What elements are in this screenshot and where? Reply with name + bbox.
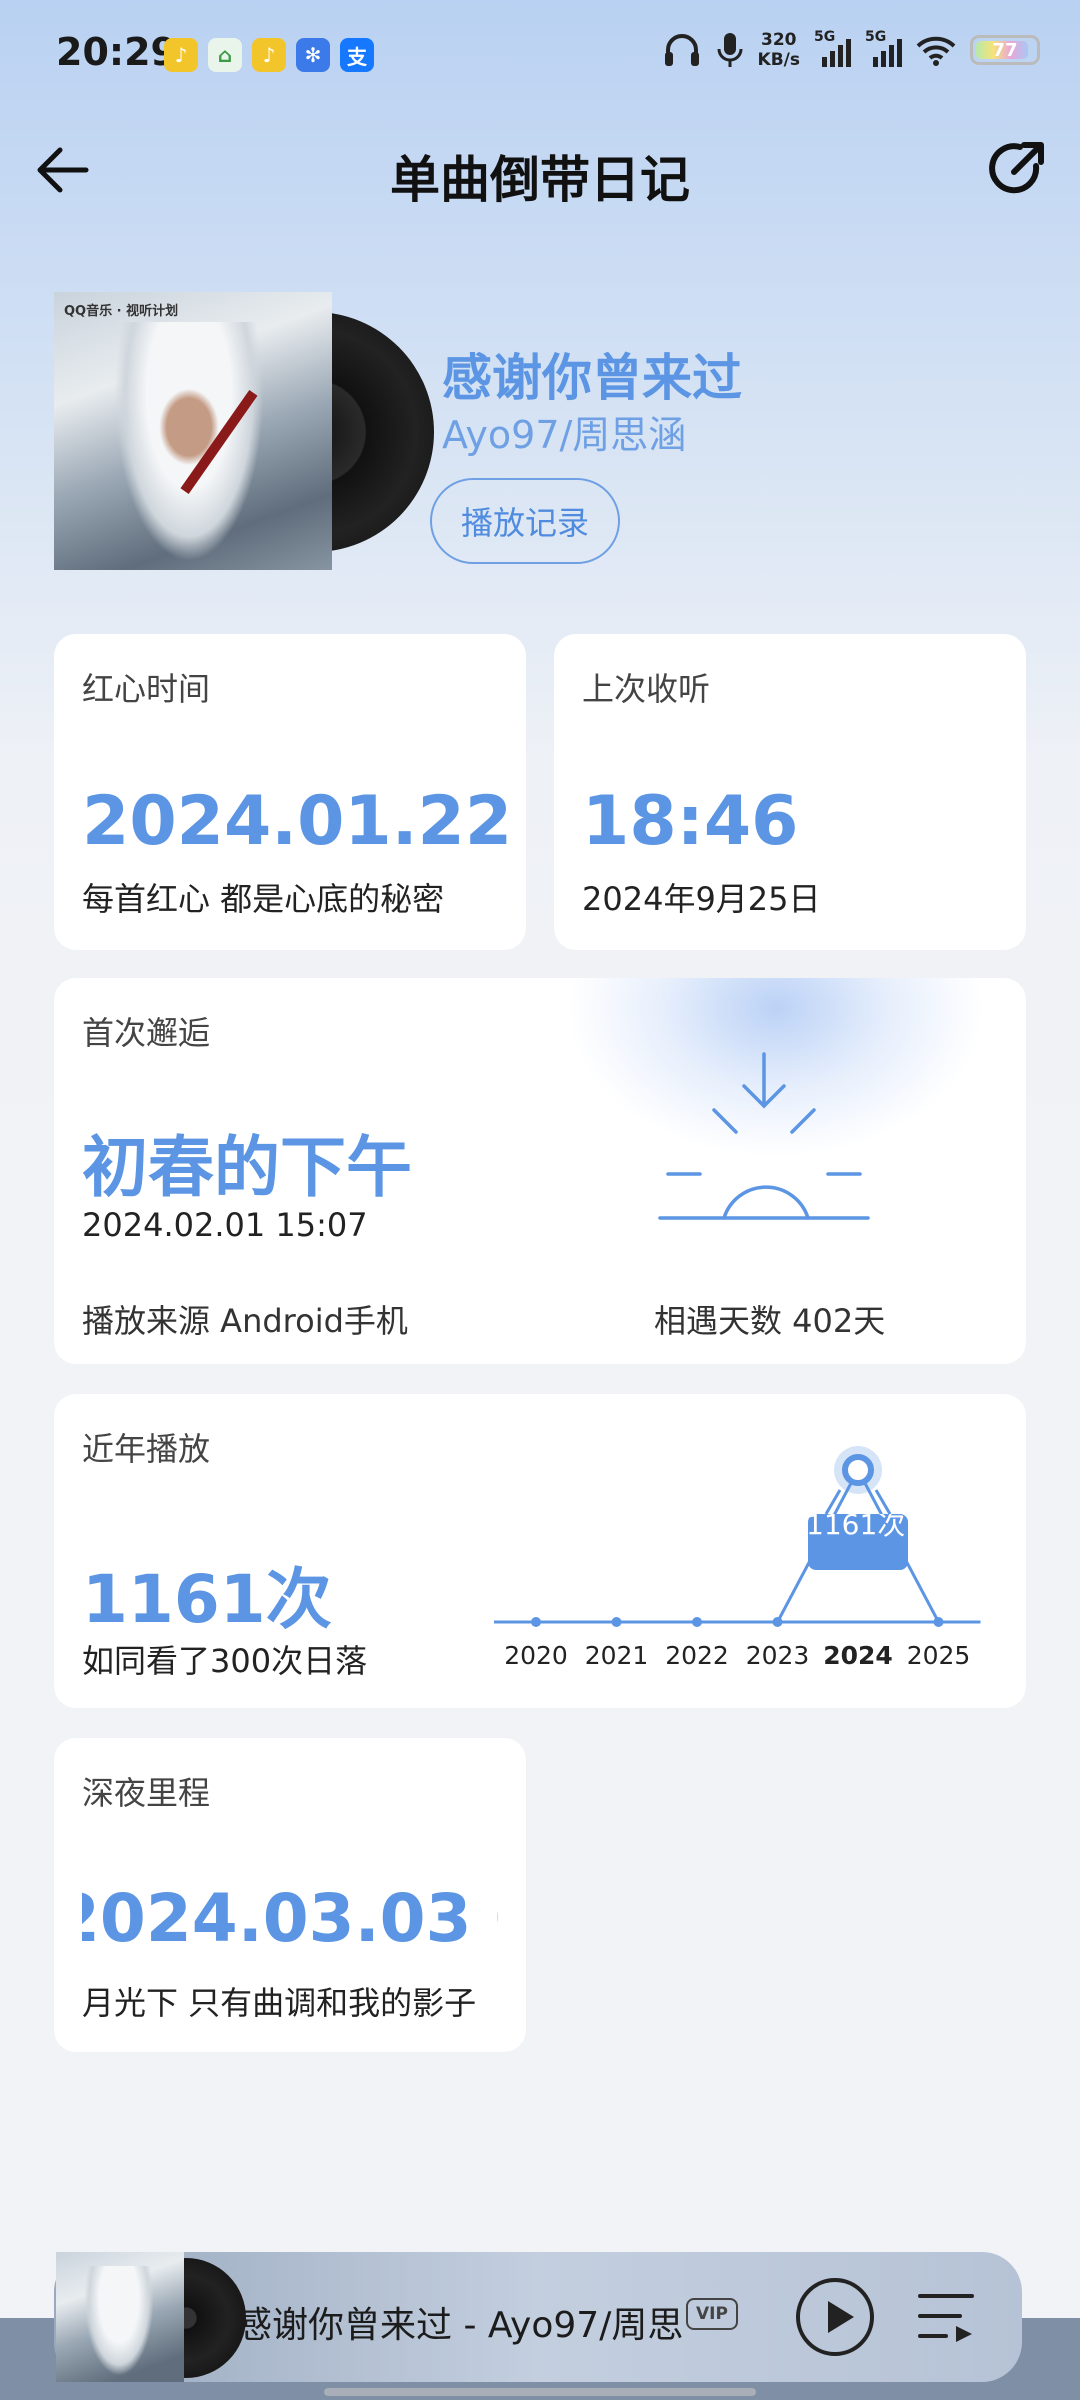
song-title: 感谢你曾来过 bbox=[442, 349, 742, 407]
signal-5g-icon: 5G bbox=[814, 29, 851, 67]
notification-icons: ♪ ⌂ ♪ ✻ 支 bbox=[164, 38, 374, 72]
recent-plays-card: 近年播放 1161次 如同看了300次日落 2020 2021 2022 2023 20… bbox=[54, 1394, 1026, 1708]
sunrise-icon bbox=[658, 1052, 870, 1220]
data-point bbox=[933, 1617, 944, 1627]
share-icon[interactable] bbox=[984, 136, 1050, 202]
recent-caption: 如同看了300次日落 bbox=[82, 1642, 368, 1680]
mini-song-title: 感谢你曾来过 - Ayo97/周思涵 bbox=[244, 2305, 684, 2346]
status-time: 20:29 bbox=[56, 30, 177, 74]
highlight-point[interactable] bbox=[842, 1454, 874, 1486]
card-label: 近年播放 bbox=[82, 1430, 211, 1468]
first-meet-card: 首次邂逅 初春的下午 2024.02.01 15:07 播放来源 Android… bbox=[54, 978, 1026, 1364]
microphone-icon bbox=[717, 33, 743, 67]
album-art: QQ音乐 · 视听计划 bbox=[54, 292, 332, 570]
x-tick-label: 2024 bbox=[823, 1641, 893, 1670]
recent-play-count: 1161次 bbox=[82, 1561, 332, 1638]
data-point bbox=[772, 1617, 783, 1627]
status-bar: 20:29 ♪ ⌂ ♪ ✻ 支 320 KB/s 5G 5G 77 bbox=[0, 0, 1080, 110]
mini-album-art bbox=[56, 2252, 184, 2382]
play-record-button[interactable]: 播放记录 bbox=[430, 478, 620, 564]
night-caption: 月光下 只有曲调和我的影子 bbox=[82, 1984, 477, 2022]
x-tick-label: 2020 bbox=[504, 1641, 568, 1670]
plays-line-chart: 2020 2021 2022 2023 2024 20251161次 bbox=[494, 1446, 981, 1670]
x-tick-label: 2023 bbox=[746, 1641, 810, 1670]
heart-time-card: 红心时间 2024.01.22 每首红心 都是心底的秘密 bbox=[54, 634, 526, 950]
heart-date: 2024.01.22 bbox=[82, 782, 513, 861]
status-indicators: 320 KB/s 5G 5G 77 bbox=[662, 29, 1040, 70]
baidu-icon: ✻ bbox=[296, 38, 330, 72]
alipay-icon: 支 bbox=[340, 38, 374, 72]
data-point bbox=[531, 1617, 541, 1627]
card-label: 上次收听 bbox=[582, 670, 711, 708]
wifi-icon bbox=[916, 36, 956, 66]
mini-title-marquee[interactable]: 感谢你曾来过 - Ayo97/周思涵 bbox=[244, 2282, 684, 2352]
signal-5g-icon: 5G bbox=[865, 29, 902, 67]
card-label: 深夜里程 bbox=[82, 1774, 211, 1812]
data-point bbox=[611, 1617, 622, 1627]
meet-days: 相遇天数 402天 bbox=[654, 1302, 886, 1340]
album-cover[interactable]: QQ音乐 · 视听计划 bbox=[54, 292, 434, 572]
last-listen-time: 18:46 bbox=[582, 782, 799, 861]
heart-caption: 每首红心 都是心底的秘密 bbox=[82, 880, 445, 918]
home-indicator[interactable] bbox=[324, 2388, 756, 2396]
first-meet-datetime: 2024.02.01 15:07 bbox=[82, 1206, 368, 1244]
night-datetime: 2024.03.03 01:10 bbox=[82, 1880, 498, 1957]
page-title: 单曲倒带日记 bbox=[390, 151, 690, 209]
first-meet-period: 初春的下午 bbox=[82, 1129, 412, 1206]
x-tick-label: 2022 bbox=[665, 1641, 729, 1670]
playlist-icon[interactable] bbox=[916, 2286, 976, 2346]
mini-player-content: 感谢你曾来过 - Ayo97/周思涵 VIP bbox=[54, 2252, 1022, 2382]
qq-music-icon: ♪ bbox=[164, 38, 198, 72]
x-tick-label: 2025 bbox=[907, 1641, 971, 1670]
play-button[interactable] bbox=[796, 2278, 874, 2356]
play-source: 播放来源 Android手机 bbox=[82, 1302, 408, 1340]
late-night-card: 深夜里程 2024.03.03 01:10 月光下 只有曲调和我的影子 bbox=[54, 1738, 526, 2052]
last-listen-card: 上次收听 18:46 2024年9月25日 bbox=[554, 634, 1026, 950]
home-icon: ⌂ bbox=[208, 38, 242, 72]
last-listen-date: 2024年9月25日 bbox=[582, 880, 821, 918]
data-point bbox=[692, 1617, 702, 1627]
song-artist: Ayo97/周思涵 bbox=[442, 413, 687, 457]
vip-badge[interactable]: VIP bbox=[686, 2298, 738, 2330]
x-tick-label: 2021 bbox=[585, 1641, 649, 1670]
mini-album-cover[interactable] bbox=[56, 2252, 246, 2382]
night-marquee: 2024.03.03 01:10 bbox=[82, 1880, 498, 1960]
network-speed: 320 KB/s bbox=[757, 30, 800, 70]
cover-tag: QQ音乐 · 视听计划 bbox=[64, 304, 179, 319]
qq-music-icon: ♪ bbox=[252, 38, 286, 72]
app-header: 单曲倒带日记 bbox=[0, 120, 1080, 220]
card-label: 红心时间 bbox=[82, 670, 211, 708]
card-label: 首次邂逅 bbox=[82, 1014, 211, 1052]
headphones-icon bbox=[664, 34, 699, 66]
battery-icon: 77 bbox=[970, 35, 1040, 65]
